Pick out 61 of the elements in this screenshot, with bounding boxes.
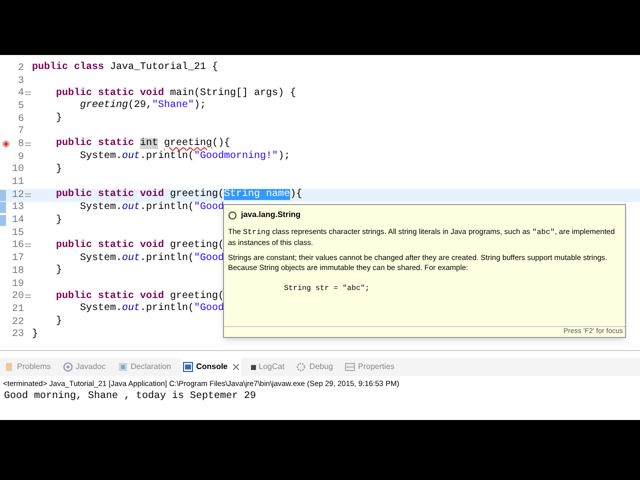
code-text: } [55, 316, 62, 328]
fold-icon[interactable] [25, 91, 31, 96]
line-number: 12 [10, 188, 24, 202]
view-tab[interactable]: Problems [2, 358, 53, 376]
line-number: 16 [10, 239, 24, 253]
code-text: System.out.println("Good [79, 252, 224, 265]
line-number: 13 [10, 201, 24, 215]
fold-icon[interactable] [25, 142, 31, 147]
line-number: 21 [10, 302, 24, 317]
code-text: } [55, 113, 62, 126]
line-number: 3 [16, 74, 24, 88]
view-tab[interactable]: Javadoc [60, 358, 108, 376]
at-sign-icon [62, 362, 73, 372]
code-text: public class Java_Tutorial_21 { [32, 62, 218, 74]
fold-icon[interactable] [25, 243, 31, 248]
code-text: public static void greeting( [55, 240, 224, 252]
gear-icon [296, 362, 306, 372]
view-tab[interactable]: Declaration [116, 358, 174, 376]
code-text: public static void greeting( [55, 290, 224, 302]
code-text: System.out.println("Goodmorning!"); [79, 151, 290, 164]
console-icon [183, 362, 194, 372]
fold-icon[interactable] [25, 294, 31, 300]
line-number: 9 [16, 150, 24, 164]
line-number: 6 [16, 112, 24, 126]
code-text: } [55, 214, 62, 227]
fold-icon[interactable] [25, 192, 31, 198]
view-tab[interactable]: LogCat [248, 358, 286, 376]
code-text: System.out.println("Good [79, 202, 224, 214]
view-tab[interactable]: Console [181, 358, 241, 376]
code-text: greeting(29,"Shane"); [79, 100, 206, 112]
code-text: public static void main(String[] args) { [55, 88, 296, 100]
line-number: 18 [10, 264, 24, 279]
square-icon [250, 364, 256, 370]
code-text: } [55, 265, 62, 278]
line-number: 23 [10, 328, 24, 342]
view-tab[interactable]: Properties [343, 358, 396, 376]
line-number: 7 [16, 125, 24, 139]
hover-title: java.lang.String [241, 209, 301, 221]
code-text: } [32, 328, 38, 341]
line-number: 14 [10, 214, 24, 228]
line-number: 11 [10, 176, 24, 190]
line-number: 5 [16, 100, 24, 114]
line-number: 8 [16, 138, 24, 152]
view-tab[interactable]: Debug [294, 358, 335, 376]
table-icon [345, 362, 355, 372]
class-icon [228, 210, 237, 220]
line-number: 19 [10, 278, 24, 291]
close-icon[interactable] [232, 364, 239, 370]
code-text: public static void greeting(String name){ [55, 189, 302, 202]
line-number: 4 [16, 87, 24, 101]
declaration-icon [118, 362, 128, 372]
code-text: } [55, 164, 62, 176]
line-number: 20 [10, 290, 24, 304]
code-text: public static int greeting(){ [55, 138, 230, 150]
line-number: 15 [10, 226, 24, 240]
console-output: Good morning, Shane , today is Septemer 29 [3, 390, 258, 404]
line-number: 17 [10, 252, 24, 266]
line-number: 2 [16, 62, 24, 76]
line-number: 22 [10, 316, 24, 329]
line-number: 10 [10, 163, 24, 177]
code-text: System.out.println("Good [79, 303, 224, 316]
